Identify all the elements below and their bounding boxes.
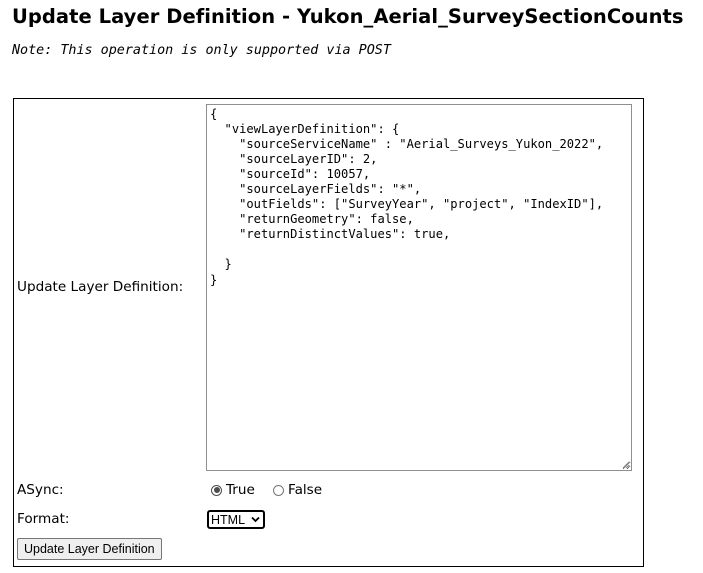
async-true-radio[interactable] (211, 484, 222, 496)
definition-label: Update Layer Definition: (17, 279, 184, 295)
async-label: ASync: (17, 482, 64, 498)
async-false-label: False (288, 482, 323, 498)
format-select-value: HTML (211, 512, 246, 527)
format-label: Format: (17, 511, 70, 527)
async-false-option[interactable]: False (273, 482, 322, 498)
post-only-note: Note: This operation is only supported v… (12, 43, 391, 58)
update-layer-definition-button[interactable]: Update Layer Definition (17, 538, 162, 560)
chevron-down-icon (251, 516, 260, 523)
format-select[interactable]: HTML (207, 510, 265, 529)
async-true-option[interactable]: True (211, 482, 255, 498)
layer-definition-textarea[interactable]: { "viewLayerDefinition": { "sourceServic… (206, 104, 632, 471)
async-true-label: True (226, 482, 255, 498)
page-title: Update Layer Definition - Yukon_Aerial_S… (12, 5, 684, 28)
async-false-radio[interactable] (273, 484, 284, 496)
